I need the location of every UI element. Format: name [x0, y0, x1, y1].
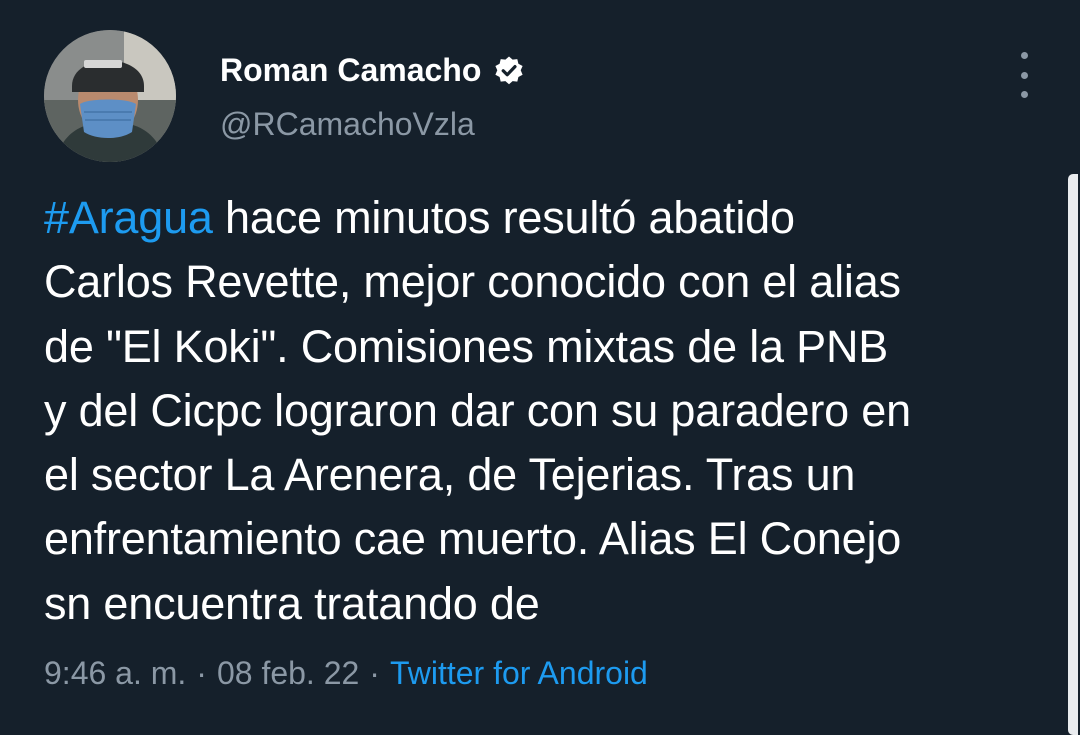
- tweet-date[interactable]: 08 feb. 22: [217, 655, 359, 691]
- tweet-line: Carlos Revette, mejor conocido con el al…: [44, 256, 901, 308]
- tweet-source-link[interactable]: Twitter for Android: [390, 655, 648, 691]
- tweet-line: el sector La Arenera, de Tejerias. Tras …: [44, 449, 856, 501]
- tweet-line: #Aragua hace minutos resultó abatido: [44, 186, 1054, 250]
- author-handle[interactable]: @RCamachoVzla: [220, 106, 475, 143]
- scrollbar[interactable]: [1068, 174, 1078, 735]
- more-vertical-icon: [1020, 52, 1028, 59]
- tweet-meta: 9:46 a. m. · 08 feb. 22 · Twitter for Androi…: [44, 655, 648, 692]
- tweet-line: y del Cicpc lograron dar con su paradero…: [44, 384, 911, 436]
- tweet-line: sn encuentra tratando de: [44, 577, 540, 629]
- tweet-card: Roman Camacho @RCamachoVzla #Aragua hace…: [0, 0, 1080, 735]
- meta-separator: ·: [196, 655, 207, 691]
- tweet-line: enfrentamiento cae muerto. Alias El Cone…: [44, 513, 902, 565]
- tweet-line-text: hace minutos resultó abatido: [212, 192, 795, 243]
- hashtag-link[interactable]: #Aragua: [44, 192, 213, 243]
- more-vertical-icon-dot: [1020, 71, 1028, 79]
- more-vertical-icon-dot: [1020, 91, 1028, 98]
- tweet-line: de "El Koki". Comisiones mixtas de la PN…: [44, 320, 889, 372]
- author-name[interactable]: Roman Camacho: [220, 52, 481, 89]
- profile-photo-icon: [44, 30, 176, 162]
- verified-badge-icon: [493, 55, 525, 87]
- avatar[interactable]: [44, 30, 176, 162]
- author-name-row[interactable]: Roman Camacho: [220, 52, 525, 89]
- tweet-text: #Aragua hace minutos resultó abatido Car…: [44, 186, 1054, 636]
- more-options-button[interactable]: [1006, 52, 1042, 98]
- meta-separator: ·: [369, 655, 380, 691]
- tweet-time[interactable]: 9:46 a. m.: [44, 655, 186, 691]
